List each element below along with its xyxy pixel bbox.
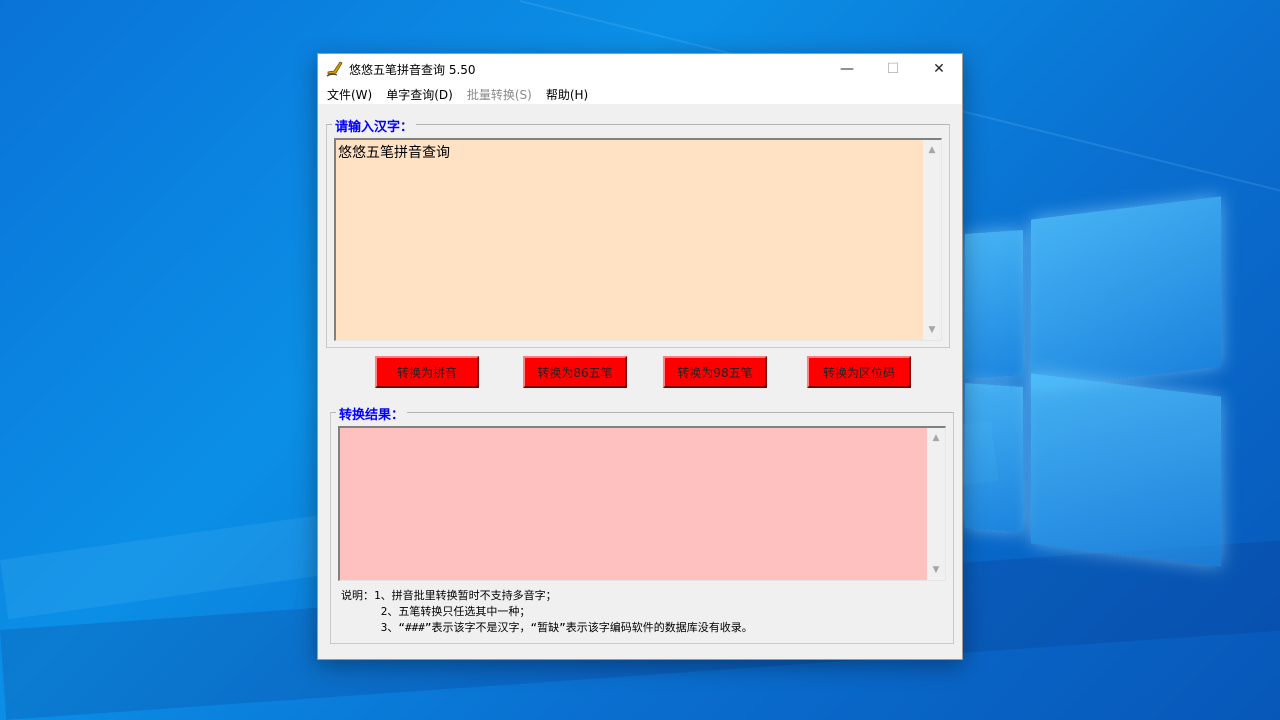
minimize-icon: — (840, 61, 854, 77)
note-line-3: 3、“###”表示该字不是汉字，“暂缺”表示该字编码软件的数据库没有收录。 (341, 621, 753, 634)
minimize-button[interactable]: — (824, 54, 870, 84)
convert-pinyin-button[interactable]: 转换为拼音 (375, 356, 479, 388)
input-group-legend: 请输入汉字： (332, 116, 417, 135)
input-textarea[interactable]: 悠悠五笔拼音查询 ▲ ▼ (334, 138, 942, 341)
result-text[interactable] (340, 428, 927, 580)
result-scrollbar[interactable]: ▲ ▼ (927, 428, 945, 580)
scroll-up-icon[interactable]: ▲ (927, 430, 945, 446)
close-button[interactable]: ✕ (916, 54, 962, 84)
result-group-legend: 转换结果： (336, 404, 408, 423)
windows-logo (965, 196, 1225, 567)
convert-quwei-button[interactable]: 转换为区位码 (807, 356, 911, 388)
input-scrollbar[interactable]: ▲ ▼ (923, 140, 941, 340)
menu-bar: 文件(W) 单字查询(D) 批量转换(S) 帮助(H) (318, 84, 962, 104)
menu-single-char-query[interactable]: 单字查询(D) (379, 86, 460, 103)
note-line-2: 2、五笔转换只任选其中一种； (341, 605, 531, 618)
pen-app-icon (326, 60, 344, 78)
note-line-1: 说明：1、拼音批里转换暂时不支持多音字； (341, 589, 557, 602)
app-window: 悠悠五笔拼音查询 5.50 — ☐ ✕ 文件(W) 单字查询(D) 批量转换(S… (317, 53, 963, 660)
menu-file[interactable]: 文件(W) (320, 86, 379, 103)
input-text[interactable]: 悠悠五笔拼音查询 (336, 140, 923, 340)
menu-help[interactable]: 帮助(H) (539, 86, 595, 103)
input-group: 请输入汉字： 悠悠五笔拼音查询 ▲ ▼ (326, 116, 950, 348)
maximize-icon: ☐ (886, 61, 900, 77)
convert-wubi98-button[interactable]: 转换为98五笔 (663, 356, 767, 388)
maximize-button[interactable]: ☐ (870, 54, 916, 84)
convert-wubi86-button[interactable]: 转换为86五笔 (523, 356, 627, 388)
menu-batch-convert: 批量转换(S) (466, 87, 532, 102)
scroll-up-icon[interactable]: ▲ (923, 142, 941, 158)
result-textarea[interactable]: ▲ ▼ (338, 426, 946, 581)
window-title: 悠悠五笔拼音查询 5.50 (349, 62, 476, 77)
scroll-down-icon[interactable]: ▼ (927, 562, 945, 578)
close-icon: ✕ (933, 61, 945, 77)
result-group: 转换结果： ▲ ▼ 说明：1、拼音批里转换暂时不支持多音字； 2、五笔转换只任选… (330, 404, 954, 644)
title-bar[interactable]: 悠悠五笔拼音查询 5.50 — ☐ ✕ (318, 54, 962, 84)
scroll-down-icon[interactable]: ▼ (923, 322, 941, 338)
